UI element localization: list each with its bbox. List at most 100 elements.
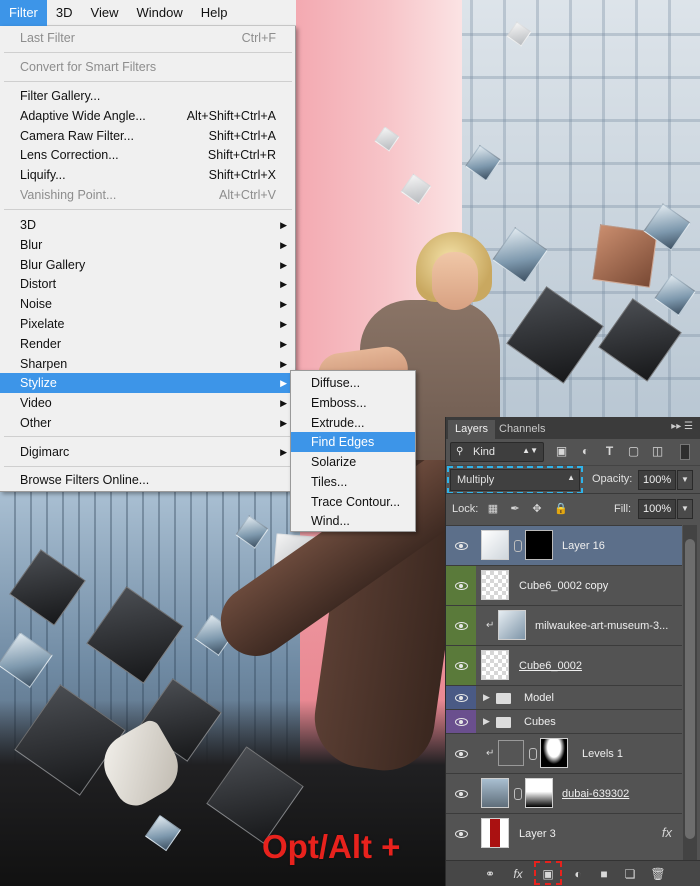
menu-filter[interactable]: Filter — [0, 0, 47, 26]
submenu-item-emboss[interactable]: Emboss... — [291, 393, 415, 413]
layer-name[interactable]: Cube6_0002 copy — [519, 580, 608, 592]
menu-item-last-filter[interactable]: Last Filter Ctrl+F — [0, 28, 296, 48]
blend-mode-select[interactable]: Multiply ▲ — [450, 469, 580, 491]
submenu-item-extrude[interactable]: Extrude... — [291, 413, 415, 433]
menu-item-liquify[interactable]: Liquify... Shift+Ctrl+X — [0, 165, 296, 185]
menu-help[interactable]: Help — [192, 0, 237, 26]
layer-row-dubai[interactable]: dubai-639302 — [446, 773, 682, 813]
delete-layer-icon[interactable]: 🗑 — [650, 866, 666, 882]
filter-dropdown-menu: Last Filter Ctrl+F Convert for Smart Fil… — [0, 26, 296, 492]
fill-dropdown-button[interactable]: ▼ — [677, 499, 693, 519]
layer-mask-thumbnail[interactable] — [525, 530, 553, 560]
smart-object-filter-icon[interactable]: ◫ — [650, 444, 665, 459]
submenu-item-diffuse[interactable]: Diffuse... — [291, 373, 415, 393]
layer-thumbnail — [481, 818, 509, 848]
visibility-eye-icon[interactable] — [446, 710, 476, 733]
new-group-icon[interactable]: ■ — [596, 866, 612, 882]
menu-item-lens-correction[interactable]: Lens Correction... Shift+Ctrl+R — [0, 145, 296, 165]
visibility-eye-icon[interactable] — [446, 526, 476, 565]
type-filter-icon[interactable]: T — [602, 444, 617, 459]
menu-item-vanishing-point[interactable]: Vanishing Point... Alt+Ctrl+V — [0, 185, 296, 205]
expand-caret-icon[interactable]: ▶ — [483, 692, 490, 703]
panel-menu-icon[interactable]: ▸▸ ☰ — [671, 421, 693, 432]
layer-row-layer-3[interactable]: Layer 3 fx — [446, 813, 682, 853]
layer-name[interactable]: Cube6_0002 — [519, 660, 582, 672]
layer-name[interactable]: Layer 16 — [562, 540, 605, 552]
layer-group-cubes[interactable]: ▶ Cubes — [446, 709, 682, 733]
visibility-eye-icon[interactable] — [446, 734, 476, 773]
menu-item-stylize[interactable]: Stylize ▶ — [0, 373, 296, 393]
lock-label: Lock: — [452, 503, 479, 515]
fill-input[interactable]: 100% — [638, 499, 676, 519]
lock-brush-icon[interactable]: ✒ — [508, 502, 522, 516]
pixel-filter-icon[interactable]: ▣ — [554, 444, 569, 459]
menu-item-convert-smart-filters[interactable]: Convert for Smart Filters — [0, 57, 296, 77]
opacity-input[interactable]: 100% — [638, 470, 676, 490]
add-layer-mask-icon[interactable]: ▣ — [540, 866, 556, 882]
menu-window[interactable]: Window — [127, 0, 191, 26]
layer-group-model[interactable]: ▶ Model — [446, 685, 682, 709]
layers-scrollbar[interactable] — [683, 525, 697, 866]
menu-item-digimarc[interactable]: Digimarc ▶ — [0, 442, 296, 462]
layer-row-cube[interactable]: Cube6_0002 — [446, 645, 682, 685]
menu-item-3d[interactable]: 3D ▶ — [0, 215, 296, 235]
menu-3d[interactable]: 3D — [47, 0, 82, 26]
layer-effects-icon[interactable]: fx — [662, 825, 672, 840]
layer-mask-thumbnail[interactable] — [540, 738, 568, 768]
menu-item-filter-gallery[interactable]: Filter Gallery... — [0, 86, 296, 106]
menu-item-noise[interactable]: Noise ▶ — [0, 294, 296, 314]
menu-item-camera-raw[interactable]: Camera Raw Filter... Shift+Ctrl+A — [0, 126, 296, 146]
filter-kind-select[interactable]: ⚲ Kind ▲▼ — [450, 442, 544, 462]
menu-item-sharpen[interactable]: Sharpen ▶ — [0, 354, 296, 374]
menu-item-label: Vanishing Point... — [20, 188, 117, 202]
visibility-eye-icon[interactable] — [446, 814, 476, 853]
layer-name[interactable]: milwaukee-art-museum-3... — [535, 620, 668, 632]
visibility-eye-icon[interactable] — [446, 774, 476, 813]
add-layer-style-icon[interactable]: fx — [510, 866, 526, 882]
menu-item-video[interactable]: Video ▶ — [0, 393, 296, 413]
layer-name[interactable]: dubai-639302 — [562, 788, 629, 800]
menu-view[interactable]: View — [82, 0, 128, 26]
menu-item-distort[interactable]: Distort ▶ — [0, 274, 296, 294]
tab-channels[interactable]: Channels — [492, 420, 552, 439]
layer-name[interactable]: Levels 1 — [582, 748, 623, 760]
tab-layers[interactable]: Layers — [448, 420, 496, 439]
menu-item-other[interactable]: Other ▶ — [0, 413, 296, 433]
expand-caret-icon[interactable]: ▶ — [483, 716, 490, 727]
visibility-eye-icon[interactable] — [446, 646, 476, 685]
submenu-item-solarize[interactable]: Solarize — [291, 452, 415, 472]
new-layer-icon[interactable]: ❏ — [622, 866, 638, 882]
menu-item-blur[interactable]: Blur ▶ — [0, 235, 296, 255]
layer-name[interactable]: Model — [524, 692, 554, 704]
filter-toggle-switch[interactable] — [680, 444, 690, 460]
visibility-eye-icon[interactable] — [446, 566, 476, 605]
lock-all-icon[interactable]: 🔒 — [554, 502, 568, 516]
new-adjustment-layer-icon[interactable]: ◐ — [570, 866, 586, 882]
layer-thumbnail — [481, 778, 509, 808]
layer-row-levels[interactable]: ↵ Levels 1 — [446, 733, 682, 773]
menu-item-browse-filters-online[interactable]: Browse Filters Online... — [0, 470, 296, 490]
menu-item-blur-gallery[interactable]: Blur Gallery ▶ — [0, 255, 296, 275]
visibility-eye-icon[interactable] — [446, 606, 476, 645]
submenu-item-tiles[interactable]: Tiles... — [291, 472, 415, 492]
menu-item-pixelate[interactable]: Pixelate ▶ — [0, 314, 296, 334]
layer-row-milwaukee[interactable]: ↵ milwaukee-art-museum-3... — [446, 605, 682, 645]
layer-name[interactable]: Cubes — [524, 716, 556, 728]
menu-item-adaptive-wide-angle[interactable]: Adaptive Wide Angle... Alt+Shift+Ctrl+A — [0, 106, 296, 126]
submenu-item-wind[interactable]: Wind... — [291, 511, 415, 531]
lock-transparency-icon[interactable]: ▦ — [486, 502, 500, 516]
visibility-eye-icon[interactable] — [446, 686, 476, 709]
layer-row-cube-copy[interactable]: Cube6_0002 copy — [446, 565, 682, 605]
scrollbar-thumb[interactable] — [685, 539, 695, 839]
lock-position-icon[interactable]: ✥ — [530, 502, 544, 516]
submenu-item-trace-contour[interactable]: Trace Contour... — [291, 492, 415, 512]
link-layers-icon[interactable]: ⚭ — [482, 866, 498, 882]
submenu-item-find-edges[interactable]: Find Edges — [291, 432, 415, 452]
layer-mask-thumbnail[interactable] — [525, 778, 553, 808]
menu-item-render[interactable]: Render ▶ — [0, 334, 296, 354]
layer-row-layer-16[interactable]: Layer 16 — [446, 525, 682, 565]
layer-name[interactable]: Layer 3 — [519, 828, 556, 840]
shape-filter-icon[interactable]: ▢ — [626, 444, 641, 459]
adjustment-filter-icon[interactable]: ◐ — [578, 444, 593, 459]
opacity-dropdown-button[interactable]: ▼ — [677, 470, 693, 490]
